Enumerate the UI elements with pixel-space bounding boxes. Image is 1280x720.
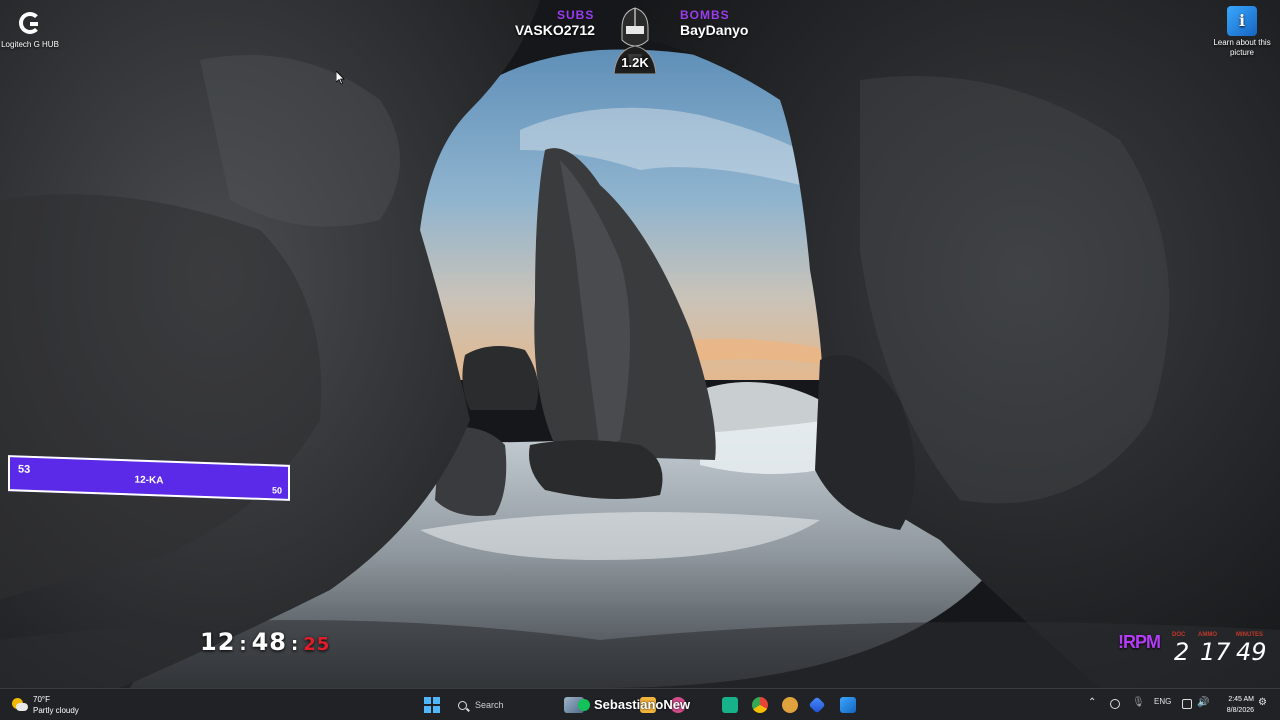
bombs-name: BayDanyo: [680, 22, 749, 38]
chevron-up-icon[interactable]: ⌃: [1088, 697, 1096, 708]
rpm-label: !RPM: [1118, 632, 1161, 652]
weather-temp: 70°F: [33, 695, 50, 704]
taskbar: 70°F Partly cloudy Search SebastianoNew …: [0, 688, 1280, 720]
taskbar-search[interactable]: Search: [450, 694, 554, 716]
subs-label: SUBS: [557, 8, 595, 22]
microphone-icon[interactable]: 🎙: [1132, 697, 1145, 708]
taskbar-app-icon[interactable]: [840, 697, 856, 713]
language-indicator[interactable]: ENG: [1154, 697, 1171, 706]
rpm-value: 17: [1200, 638, 1231, 666]
clock-date: 8/8/2026: [1226, 707, 1254, 714]
volume-icon[interactable]: 🔊: [1197, 697, 1209, 708]
rpm-value: 2: [1174, 638, 1190, 666]
taskbar-app-icon[interactable]: [782, 697, 798, 713]
level-bar-right-value: 50: [271, 485, 282, 496]
timer-seconds: 25: [303, 634, 331, 655]
subs-name: VASKO2712: [515, 22, 595, 38]
taskbar-app-icon[interactable]: [578, 699, 590, 711]
search-icon: [458, 700, 467, 710]
countdown-timer: 12:48:25: [200, 628, 330, 656]
onedrive-icon[interactable]: [1110, 699, 1120, 709]
rpm-values: DOC AMMO MINUTES 2 17 49: [1170, 632, 1270, 666]
avatar-count: 1.2K: [621, 55, 649, 70]
desktop-icon-label: Logitech G HUB: [1, 40, 59, 49]
info-picture-icon: i: [1227, 6, 1257, 36]
timer-minutes: 48: [251, 628, 288, 656]
search-placeholder: Search: [475, 700, 504, 710]
partly-cloudy-icon: [10, 696, 28, 714]
chrome-icon[interactable]: [752, 697, 768, 713]
desktop-wallpaper: [0, 0, 1280, 688]
rpm-value: 49: [1236, 638, 1267, 666]
weather-desc: Partly cloudy: [33, 706, 79, 715]
windows-start-icon[interactable]: [424, 697, 440, 713]
timer-hours: 12: [200, 628, 236, 656]
weather-widget[interactable]: 70°F Partly cloudy: [10, 693, 79, 717]
notification-bell-icon[interactable]: ⚙: [1258, 697, 1267, 708]
taskbar-app-icon[interactable]: [808, 696, 826, 714]
clock-time: 2:45 AM: [1228, 696, 1254, 703]
desktop-icon-learn-about-picture[interactable]: i Learn about this picture: [1212, 6, 1272, 58]
mouse-pointer-icon: [336, 71, 345, 85]
active-window-title[interactable]: SebastianoNew: [594, 697, 690, 712]
timer-separator: :: [291, 634, 300, 655]
network-icon[interactable]: [1182, 699, 1192, 709]
taskbar-app-icon[interactable]: [722, 697, 738, 713]
bombs-label: BOMBS: [680, 8, 730, 22]
desktop-icon-logitech-g-hub[interactable]: Logitech G HUB: [0, 8, 60, 50]
timer-separator: :: [239, 634, 248, 655]
desktop-icon-label: Learn about this picture: [1213, 38, 1271, 57]
level-bar-label: 12-KA: [134, 474, 164, 487]
system-clock[interactable]: 2:45 AM 8/8/2026: [1220, 694, 1254, 716]
logitech-g-hub-icon: [15, 8, 45, 38]
